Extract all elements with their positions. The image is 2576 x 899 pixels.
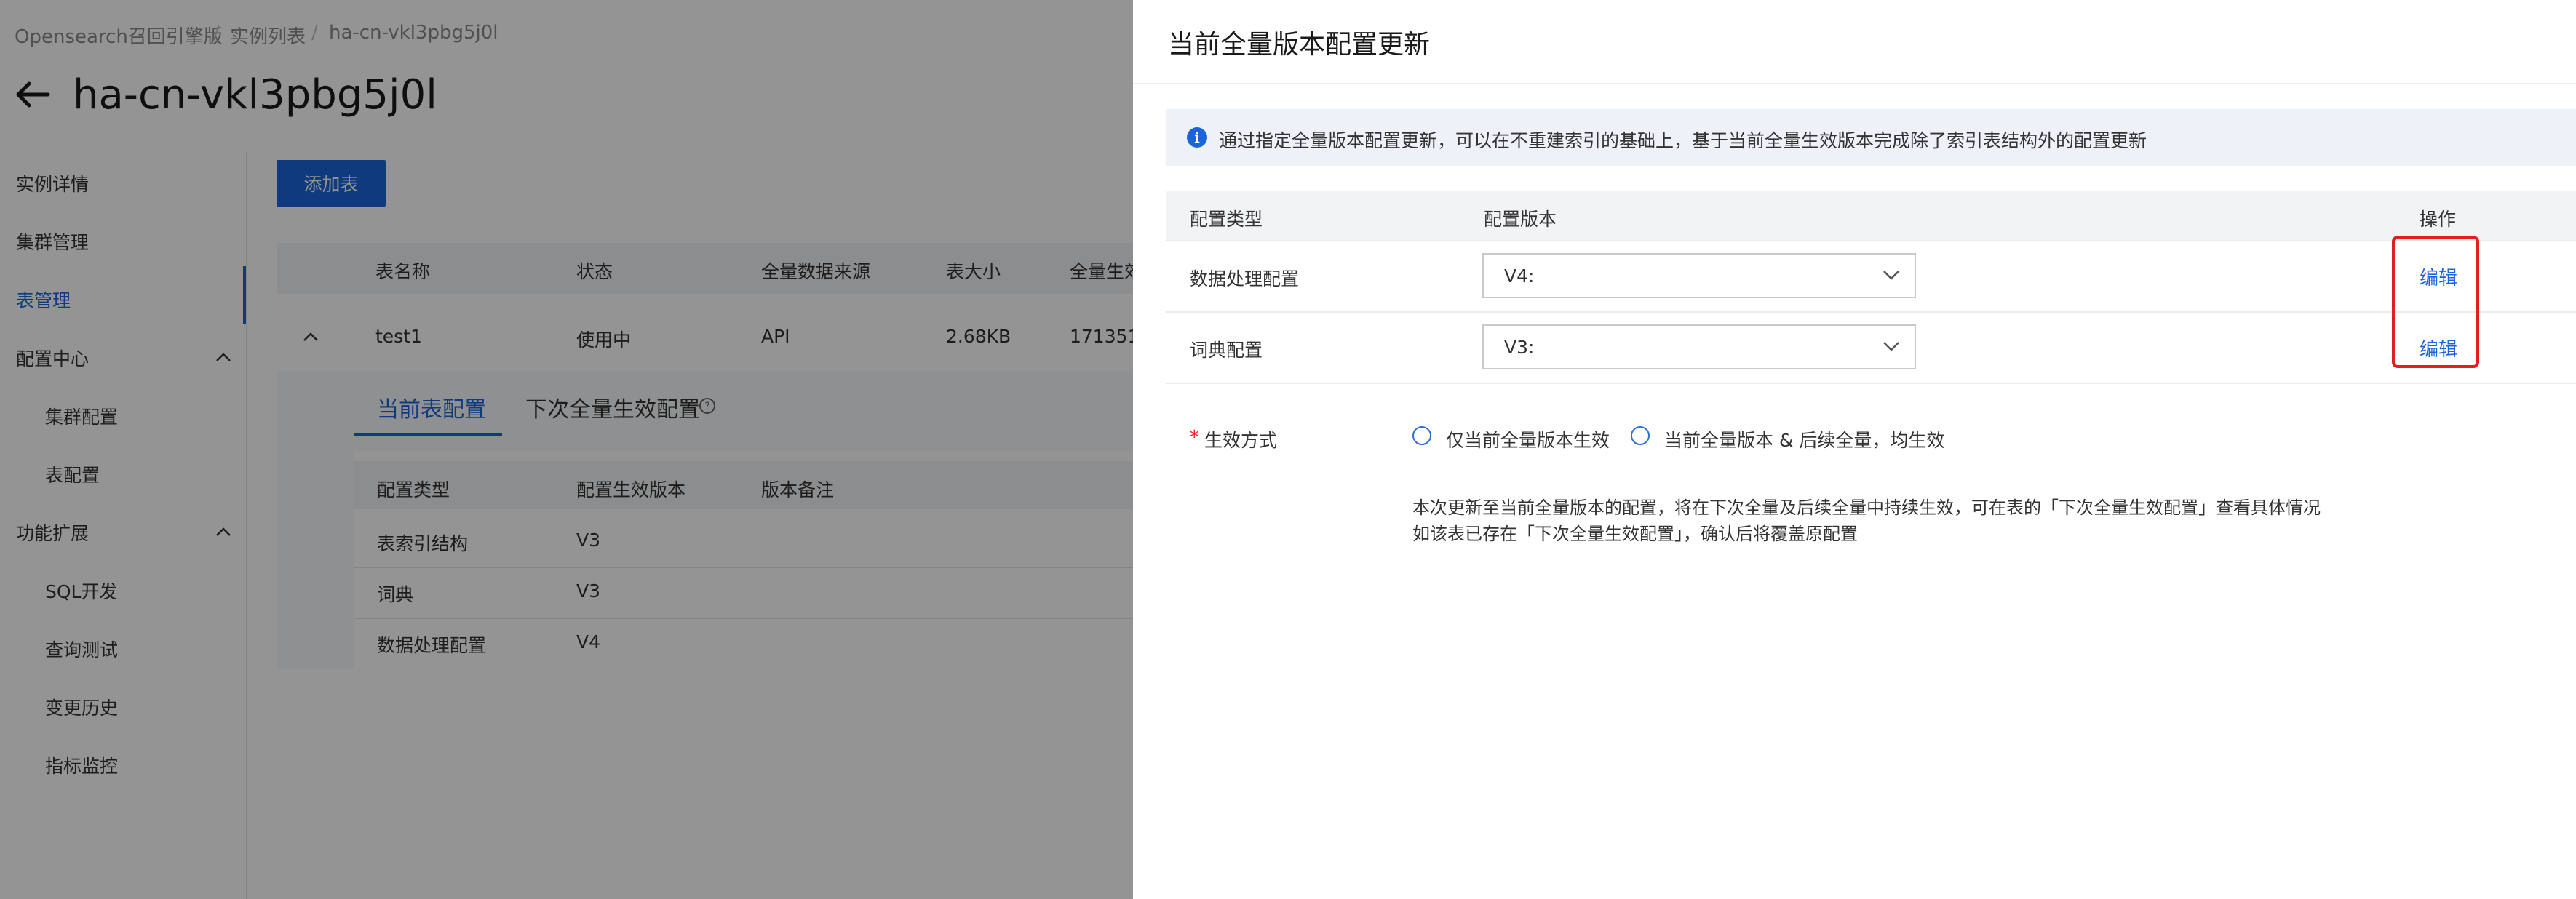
divider — [1166, 240, 2576, 241]
config-type-label: 词典配置 — [1190, 340, 1263, 361]
divider — [1133, 83, 2576, 84]
drawer-title: 当前全量版本配置更新 — [1168, 30, 1431, 60]
column-header-version: 配置版本 — [1484, 209, 1557, 230]
radio-label[interactable]: 仅当前全量版本生效 — [1446, 426, 1610, 452]
select-value: V4: — [1504, 265, 1535, 287]
info-text: 通过指定全量版本配置更新，可以在不重建索引的基础上，基于当前全量生效版本完成除了… — [1219, 130, 2147, 151]
version-select[interactable]: V3: — [1482, 324, 1916, 369]
info-alert: i 通过指定全量版本配置更新，可以在不重建索引的基础上，基于当前全量生效版本完成… — [1166, 109, 2576, 166]
column-header-action: 操作 — [2420, 209, 2457, 230]
radio-current-only[interactable] — [1412, 426, 1431, 445]
config-table-header — [1166, 191, 2576, 240]
required-mark: * — [1190, 426, 1199, 447]
info-icon: i — [1187, 127, 1207, 148]
chevron-down-icon — [1883, 271, 1899, 280]
radio-current-and-future[interactable] — [1631, 426, 1650, 445]
config-update-drawer: 当前全量版本配置更新 i 通过指定全量版本配置更新，可以在不重建索引的基础上，基… — [1133, 0, 2576, 899]
column-header-type: 配置类型 — [1190, 209, 1263, 230]
radio-label[interactable]: 当前全量版本 & 后续全量，均生效 — [1664, 426, 1944, 452]
highlight-box — [2392, 236, 2479, 368]
config-type-label: 数据处理配置 — [1190, 268, 1300, 289]
chevron-down-icon — [1883, 342, 1899, 351]
version-select[interactable]: V4: — [1482, 253, 1916, 298]
hint-text: 如该表已存在「下次全量生效配置」，确认后将覆盖原配置 — [1412, 524, 1858, 544]
hint-text: 本次更新至当前全量版本的配置，将在下次全量及后续全量中持续生效，可在表的「下次全… — [1412, 498, 2321, 518]
select-value: V3: — [1504, 337, 1535, 358]
divider — [1166, 383, 2576, 384]
divider — [1166, 311, 2576, 313]
effect-mode-label: 生效方式 — [1204, 430, 1278, 451]
modal-mask[interactable] — [0, 0, 1133, 899]
